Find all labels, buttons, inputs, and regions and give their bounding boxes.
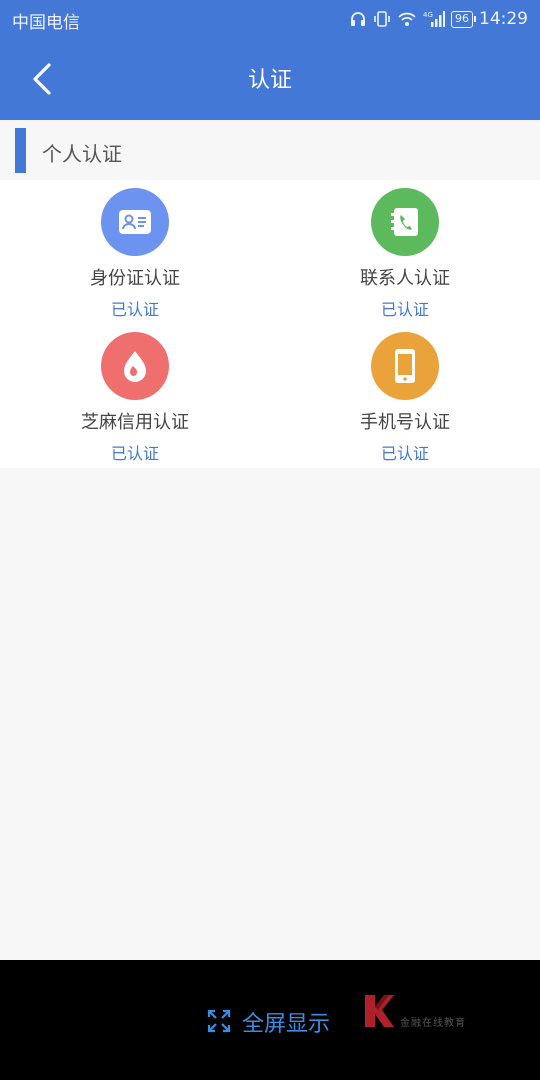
sesame-credit-icon: [101, 332, 169, 400]
headset-icon: [349, 10, 367, 28]
verification-item-label: 手机号认证: [360, 412, 450, 433]
battery-indicator: 96: [451, 10, 476, 28]
verification-item-label: 联系人认证: [360, 268, 450, 289]
verification-status: 已认证: [380, 444, 429, 463]
section-accent-bar: [15, 128, 26, 173]
id-card-icon: [101, 188, 169, 256]
verification-status: 已认证: [110, 300, 159, 319]
brand-logo-icon: [365, 995, 394, 1027]
mobile-phone-icon: [371, 332, 439, 400]
verification-grid: 身份证认证 已认证 联系人认证 已认证 芝麻信用认证 已认证 手机号认证 已认证: [0, 180, 540, 468]
section-title: 个人认证: [42, 142, 122, 166]
carrier-name: 中国电信: [12, 13, 80, 33]
page-title: 认证: [247, 68, 292, 93]
verification-item-id-card[interactable]: 身份证认证 已认证: [0, 180, 270, 324]
status-time: 14:29: [479, 9, 528, 29]
brand-logo-text: 金融在线教育: [400, 1018, 466, 1029]
status-bar: 中国电信 4G 96 14:29: [0, 0, 540, 38]
vibrate-icon: [373, 10, 391, 28]
fullscreen-icon[interactable]: [207, 1009, 231, 1033]
svg-text:4G: 4G: [423, 11, 433, 19]
verification-status: 已认证: [110, 444, 159, 463]
verification-item-label: 芝麻信用认证: [81, 412, 189, 433]
verification-item-contacts[interactable]: 联系人认证 已认证: [270, 180, 540, 324]
fullscreen-button[interactable]: 全屏显示: [242, 1006, 330, 1038]
wifi-icon: [397, 10, 417, 28]
verification-status: 已认证: [380, 300, 429, 319]
contact-phone-icon: [371, 188, 439, 256]
verification-item-label: 身份证认证: [90, 268, 180, 289]
signal-icon: 4G: [423, 10, 445, 28]
verification-item-mobile[interactable]: 手机号认证 已认证: [270, 324, 540, 468]
app-header: 中国电信 4G 96 14:29 认证: [0, 0, 540, 120]
status-icons: 4G 96 14:29: [349, 7, 528, 31]
verification-item-sesame-credit[interactable]: 芝麻信用认证 已认证: [0, 324, 270, 468]
